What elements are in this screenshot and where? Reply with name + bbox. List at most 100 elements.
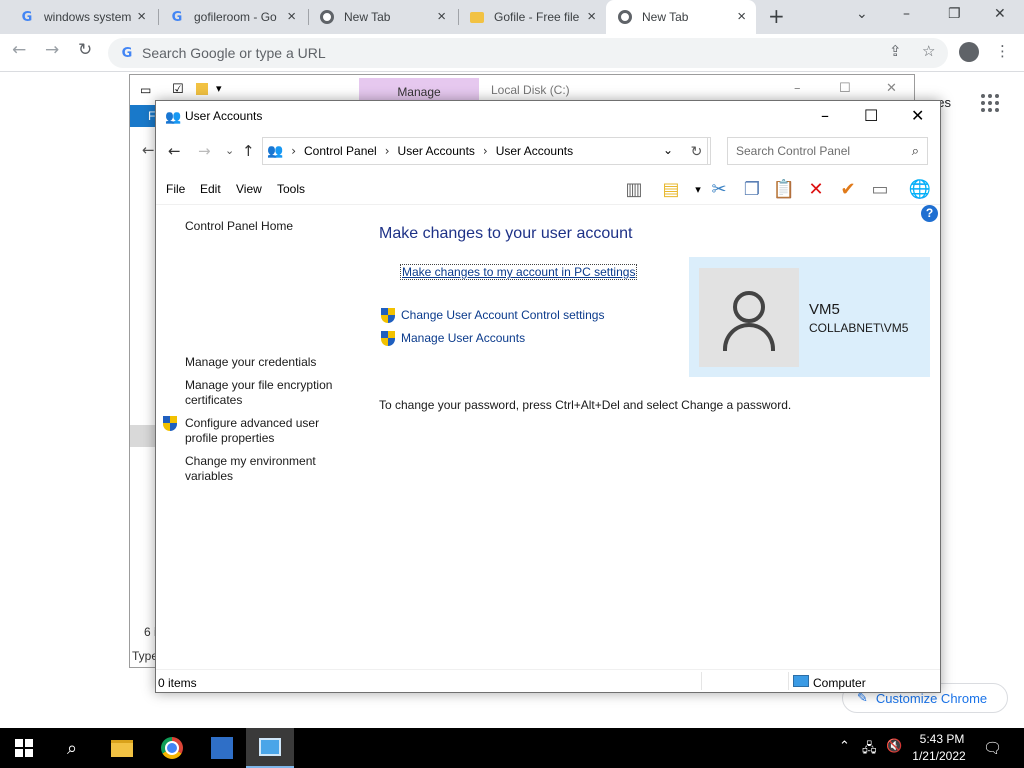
uac-shield-icon [163,416,177,431]
restore-icon[interactable]: ❐ [948,6,961,22]
network-icon[interactable]: 🖧 [862,739,877,761]
back-arrow-icon[interactable]: ← [168,142,181,160]
browser-tab[interactable]: New Tab × [308,0,456,34]
menu-dots-icon[interactable]: ⋮ [995,42,1010,60]
refresh-icon[interactable]: ↻ [683,137,711,165]
properties-check-icon[interactable]: ✔ [836,177,860,201]
taskbar-search-button[interactable]: ⌕ [48,728,96,768]
close-icon[interactable]: ✕ [911,106,924,125]
reload-icon[interactable]: ↻ [78,40,92,60]
breadcrumb-chevron-icon[interactable]: › [483,144,488,158]
apps-grid-icon[interactable] [981,94,999,112]
taskbar-app[interactable] [198,728,246,768]
taskbar-control-panel[interactable] [246,728,294,768]
search-icon[interactable]: ⌕ [912,139,919,165]
recent-locations-icon[interactable]: ⌄ [225,144,234,157]
minimize-icon[interactable]: – [903,6,910,22]
explorer-back-icon[interactable]: ← [142,141,155,159]
forward-arrow-icon[interactable]: → [198,142,211,160]
qat-dropdown-icon[interactable]: ▾ [216,82,222,95]
breadcrumb-user-accounts-current[interactable]: User Accounts [496,144,573,158]
bookmark-star-icon[interactable]: ☆ [922,42,935,60]
browser-tab[interactable]: G gofileroom - Go × [158,0,306,34]
close-tab-icon[interactable]: × [137,9,146,24]
notifications-icon[interactable]: 🗨 [983,739,1002,757]
new-tab-icon[interactable]: + [768,4,785,28]
chrome-icon [161,737,183,759]
close-icon[interactable]: ✕ [886,81,897,96]
omnibox-placeholder: Search Google or type a URL [142,45,326,61]
profile-avatar-icon[interactable] [959,42,979,62]
new-folder-icon[interactable]: ▤ [659,177,683,201]
taskbar-chrome[interactable] [148,728,196,768]
ribbon-file-tab[interactable]: F [130,105,156,127]
advanced-profile-link[interactable]: Configure advanced user profile properti… [185,416,350,446]
status-separator [788,672,789,690]
manage-user-accounts-link[interactable]: Manage User Accounts [401,331,525,345]
address-bar[interactable]: 👥 › Control Panel › User Accounts › User… [262,137,708,165]
pc-settings-link[interactable]: Make changes to my account in PC setting… [399,264,638,280]
menu-view[interactable]: View [236,182,262,196]
address-dropdown-icon[interactable]: ⌄ [663,143,673,157]
page-heading: Make changes to your user account [379,225,633,242]
control-panel-home-link[interactable]: Control Panel Home [185,219,350,234]
properties-check-icon[interactable]: ☑ [172,82,184,97]
omnibox[interactable]: G Search Google or type a URL [108,38,948,68]
close-tab-icon[interactable]: × [287,9,296,24]
minimize-icon[interactable]: – [821,106,829,125]
show-hidden-icons-icon[interactable]: ⌃ [839,739,850,754]
close-tab-icon[interactable]: × [737,9,746,24]
clock-time[interactable]: 5:43 PM [912,732,972,746]
globe-icon[interactable]: 🌐 [908,177,932,201]
manage-credentials-link[interactable]: Manage your credentials [185,355,350,370]
maximize-icon[interactable]: ☐ [864,106,878,125]
tab-search-chevron-icon[interactable]: ⌄ [856,6,868,22]
search-input[interactable]: Search Control Panel ⌕ [727,137,928,165]
volume-muted-icon[interactable]: 🔇 [886,739,902,754]
google-g-icon: G [21,9,33,25]
close-tab-icon[interactable]: × [437,9,446,24]
breadcrumb-chevron-icon[interactable]: › [385,144,390,158]
share-icon[interactable]: ⇪ [889,42,902,60]
breadcrumb-control-panel[interactable]: Control Panel [304,144,377,158]
help-icon[interactable]: ? [921,205,938,222]
copy-icon[interactable]: ❐ [740,177,764,201]
user-accounts-window[interactable]: 👥 User Accounts – ☐ ✕ ← → ⌄ ↑ 👥 › Contro… [155,100,941,693]
back-icon[interactable]: ← [12,40,26,60]
uac-shield-icon [381,331,395,346]
close-tab-icon[interactable]: × [587,9,596,24]
navigation-bar: ← → ⌄ ↑ 👥 › Control Panel › User Account… [156,131,940,171]
environment-variables-link[interactable]: Change my environment variables [185,454,350,484]
menu-tools[interactable]: Tools [277,182,305,196]
cut-icon[interactable]: ✂ [707,177,731,201]
delete-icon[interactable]: ✕ [804,177,828,201]
menu-file[interactable]: File [166,182,185,196]
tab-title: New Tab [344,10,391,24]
forward-icon[interactable]: → [45,40,59,60]
status-bar: 0 items Computer [156,669,940,692]
maximize-icon[interactable]: ☐ [839,81,851,96]
nav-pane-selected-row[interactable] [130,425,156,447]
up-arrow-icon[interactable]: ↑ [242,142,255,160]
taskbar-file-explorer[interactable] [98,728,146,768]
explorer-title: Local Disk (C:) [491,83,570,97]
paste-icon[interactable]: 📋 [772,177,796,201]
window-title: User Accounts [185,109,263,123]
folder-icon[interactable] [196,83,208,95]
chrome-icon [320,10,334,24]
breadcrumb-user-accounts[interactable]: User Accounts [398,144,475,158]
browser-tab-active[interactable]: New Tab × [606,0,756,34]
preview-pane-icon[interactable]: ▥ [622,177,646,201]
breadcrumb-chevron-icon[interactable]: › [291,144,296,158]
close-window-icon[interactable]: ✕ [994,6,1006,22]
start-button[interactable] [0,728,48,768]
menu-edit[interactable]: Edit [200,182,221,196]
browser-tab[interactable]: G windows system × [8,0,156,34]
minimize-icon[interactable]: – [794,81,801,96]
rename-icon[interactable]: ▭ [868,177,892,201]
browser-tab[interactable]: Gofile - Free file × [458,0,606,34]
file-encryption-link[interactable]: Manage your file encryption certificates [185,378,350,408]
clock-date[interactable]: 1/21/2022 [906,749,972,763]
uac-settings-link[interactable]: Change User Account Control settings [401,308,604,322]
computer-icon [793,675,809,687]
